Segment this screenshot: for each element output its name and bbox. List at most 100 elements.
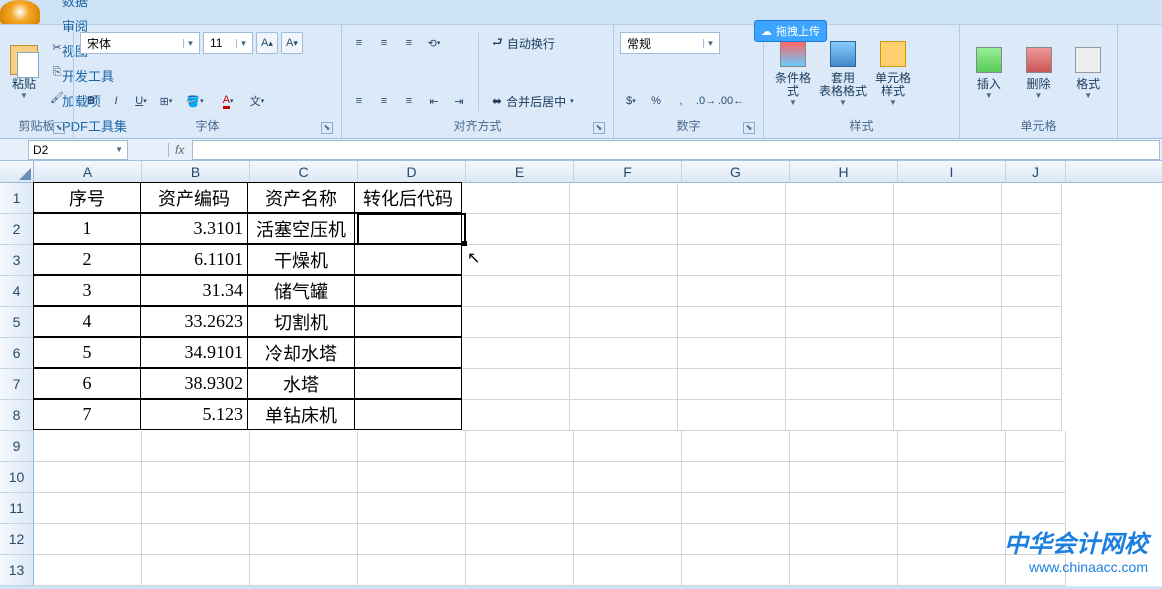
cell-G5[interactable] (678, 307, 786, 338)
border-button[interactable]: ⊞▾ (155, 90, 177, 112)
cell-D8[interactable] (354, 399, 462, 430)
cell-G12[interactable] (682, 524, 790, 555)
cell-A10[interactable] (34, 462, 142, 493)
font-name-combo[interactable]: 宋体▼ (80, 32, 200, 54)
cell-A9[interactable] (34, 431, 142, 462)
cell-G6[interactable] (678, 338, 786, 369)
cell-E11[interactable] (466, 493, 574, 524)
cell-D1[interactable]: 转化后代码 (354, 182, 462, 213)
cell-A4[interactable]: 3 (33, 275, 141, 306)
row-header-3[interactable]: 3 (0, 245, 34, 276)
font-size-combo[interactable]: 11▼ (203, 32, 253, 54)
number-launcher[interactable]: ⬊ (743, 122, 755, 134)
cell-I5[interactable] (894, 307, 1002, 338)
cell-A7[interactable]: 6 (33, 368, 141, 399)
cell-G3[interactable] (678, 245, 786, 276)
col-header-A[interactable]: A (34, 161, 142, 182)
merge-center-button[interactable]: ⬌合并后居中▾ (487, 90, 579, 112)
percent-button[interactable]: % (645, 90, 667, 112)
cell-G2[interactable] (678, 214, 786, 245)
row-header-10[interactable]: 10 (0, 462, 34, 493)
cell-F3[interactable] (570, 245, 678, 276)
row-header-12[interactable]: 12 (0, 524, 34, 555)
cell-A5[interactable]: 4 (33, 306, 141, 337)
chevron-down-icon[interactable]: ▼ (183, 39, 197, 48)
cell-H6[interactable] (786, 338, 894, 369)
chevron-down-icon[interactable]: ▼ (703, 39, 717, 48)
cell-D10[interactable] (358, 462, 466, 493)
cell-I7[interactable] (894, 369, 1002, 400)
cell-C12[interactable] (250, 524, 358, 555)
cell-I11[interactable] (898, 493, 1006, 524)
cell-I10[interactable] (898, 462, 1006, 493)
cell-C3[interactable]: 干燥机 (247, 244, 355, 275)
row-header-4[interactable]: 4 (0, 276, 34, 307)
cell-J4[interactable] (1002, 276, 1062, 307)
cell-B10[interactable] (142, 462, 250, 493)
cell-D9[interactable] (358, 431, 466, 462)
cell-G10[interactable] (682, 462, 790, 493)
cell-E10[interactable] (466, 462, 574, 493)
insert-cells-button[interactable]: 插入 ▼ (966, 29, 1012, 115)
row-header-2[interactable]: 2 (0, 214, 34, 245)
cell-F8[interactable] (570, 400, 678, 431)
cell-J11[interactable] (1006, 493, 1066, 524)
cell-J7[interactable] (1002, 369, 1062, 400)
cell-J2[interactable] (1002, 214, 1062, 245)
cell-G7[interactable] (678, 369, 786, 400)
col-header-D[interactable]: D (358, 161, 466, 182)
chevron-down-icon[interactable]: ▼ (236, 39, 250, 48)
row-header-8[interactable]: 8 (0, 400, 34, 431)
cell-H7[interactable] (786, 369, 894, 400)
cell-E12[interactable] (466, 524, 574, 555)
cell-H12[interactable] (790, 524, 898, 555)
row-header-13[interactable]: 13 (0, 555, 34, 586)
row-header-11[interactable]: 11 (0, 493, 34, 524)
col-header-H[interactable]: H (790, 161, 898, 182)
cell-D4[interactable] (354, 275, 462, 306)
cell-H13[interactable] (790, 555, 898, 586)
tab-4[interactable]: 数据 (48, 0, 141, 13)
cell-F10[interactable] (574, 462, 682, 493)
align-left-button[interactable]: ≡ (348, 90, 370, 112)
delete-cells-button[interactable]: 删除 ▼ (1016, 29, 1062, 115)
wrap-text-button[interactable]: ⮐自动换行 (487, 32, 579, 54)
row-header-6[interactable]: 6 (0, 338, 34, 369)
cell-J6[interactable] (1002, 338, 1062, 369)
cell-G13[interactable] (682, 555, 790, 586)
cell-I3[interactable] (894, 245, 1002, 276)
align-bottom-button[interactable]: ≡ (398, 32, 420, 54)
cell-F5[interactable] (570, 307, 678, 338)
cell-I12[interactable] (898, 524, 1006, 555)
cell-F11[interactable] (574, 493, 682, 524)
cell-H4[interactable] (786, 276, 894, 307)
cell-H10[interactable] (790, 462, 898, 493)
cell-A8[interactable]: 7 (33, 399, 141, 430)
cell-I4[interactable] (894, 276, 1002, 307)
cell-I8[interactable] (894, 400, 1002, 431)
table-format-button[interactable]: 套用 表格格式 ▼ (820, 29, 866, 115)
upload-drag-tag[interactable]: ☁ 拖拽上传 (754, 20, 827, 42)
cell-H2[interactable] (786, 214, 894, 245)
cell-D13[interactable] (358, 555, 466, 586)
cell-F2[interactable] (570, 214, 678, 245)
cell-A11[interactable] (34, 493, 142, 524)
italic-button[interactable]: I (105, 90, 127, 112)
row-header-5[interactable]: 5 (0, 307, 34, 338)
fill-color-button[interactable]: 🪣▾ (180, 90, 210, 112)
cell-C6[interactable]: 冷却水塔 (247, 337, 355, 368)
cell-A12[interactable] (34, 524, 142, 555)
office-button[interactable] (0, 0, 40, 24)
cell-J3[interactable] (1002, 245, 1062, 276)
cell-J10[interactable] (1006, 462, 1066, 493)
cell-F4[interactable] (570, 276, 678, 307)
cell-B8[interactable]: 5.123 (140, 399, 248, 430)
cell-E5[interactable] (462, 307, 570, 338)
col-header-G[interactable]: G (682, 161, 790, 182)
cell-J5[interactable] (1002, 307, 1062, 338)
cell-J1[interactable] (1002, 183, 1062, 214)
cell-A1[interactable]: 序号 (33, 182, 141, 213)
cell-G8[interactable] (678, 400, 786, 431)
cell-D7[interactable] (354, 368, 462, 399)
increase-indent-button[interactable]: ⇥ (448, 90, 470, 112)
